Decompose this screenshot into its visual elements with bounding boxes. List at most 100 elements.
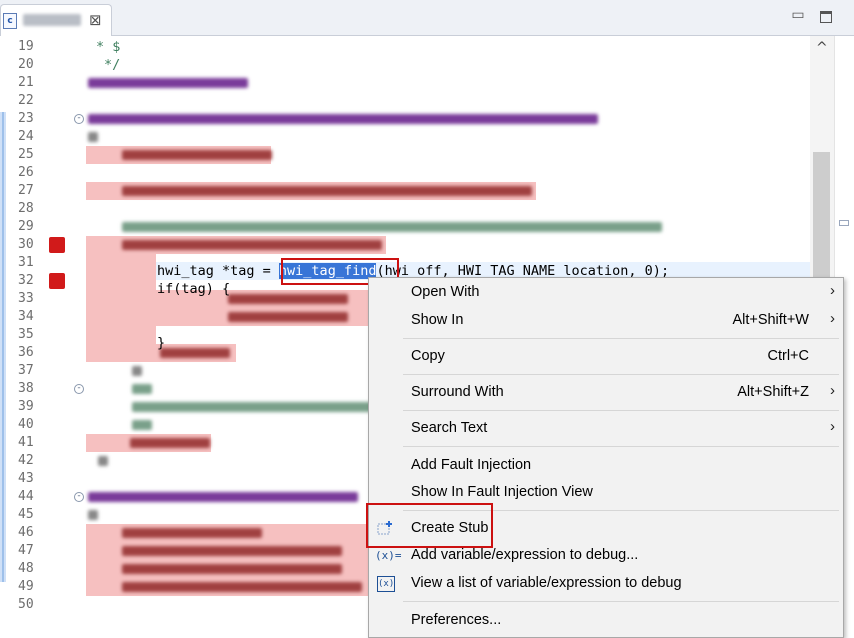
fold-toggle-icon[interactable]: - — [74, 384, 84, 394]
blurred-code — [160, 348, 230, 358]
menu-item-shortcut: Alt+Shift+W — [732, 312, 809, 328]
blurred-code — [132, 384, 152, 394]
menu-item-search-text[interactable]: Search Text › — [369, 416, 843, 442]
menu-item-preferences[interactable]: Preferences... — [369, 608, 843, 634]
menu-item-open-with[interactable]: Open With › — [369, 280, 843, 306]
menu-item-label: Show In — [411, 312, 464, 328]
line-number: 30 — [18, 237, 34, 252]
blurred-code — [122, 564, 342, 574]
submenu-arrow-icon: › — [830, 418, 835, 435]
expression-list-icon: (x) — [377, 576, 395, 592]
blurred-code — [122, 582, 362, 592]
code-line-20[interactable]: 20 — [0, 56, 810, 74]
editor-tab[interactable]: c ⊠ — [0, 4, 112, 36]
code-line-30[interactable]: 30 — [0, 236, 810, 254]
code-line-24[interactable]: 24 — [0, 128, 810, 146]
menu-item-shortcut: Alt+Shift+Z — [737, 384, 809, 400]
blurred-code — [88, 132, 98, 142]
blurred-code — [122, 240, 382, 250]
line-number: 37 — [18, 363, 34, 378]
menu-item-shortcut: Ctrl+C — [767, 348, 810, 364]
line-number: 39 — [18, 399, 34, 414]
line-number: 42 — [18, 453, 34, 468]
coverage-highlight — [86, 254, 156, 272]
line-number: 46 — [18, 525, 34, 540]
blurred-code — [122, 186, 532, 196]
menu-item-surround-with[interactable]: Surround With Alt+Shift+Z › — [369, 380, 843, 406]
code-line-21[interactable]: 21 — [0, 74, 810, 92]
breakpoint-marker-icon[interactable] — [49, 237, 65, 253]
code-text-line-32: if(tag) { — [157, 281, 231, 297]
blurred-code — [98, 456, 108, 466]
line-number: 47 — [18, 543, 34, 558]
line-number: 21 — [18, 75, 34, 90]
menu-item-show-in[interactable]: Show In Alt+Shift+W › — [369, 308, 843, 334]
menu-separator — [403, 446, 839, 447]
menu-separator — [403, 601, 839, 602]
c-file-icon: c — [3, 13, 17, 29]
code-line-23[interactable]: 23 - — [0, 110, 810, 128]
line-number: 25 — [18, 147, 34, 162]
blurred-code — [88, 114, 598, 124]
menu-separator — [403, 410, 839, 411]
menu-separator — [403, 338, 839, 339]
code-line-25[interactable]: 25 — [0, 146, 810, 164]
line-number: 34 — [18, 309, 34, 324]
line-number: 36 — [18, 345, 34, 360]
line-number: 23 — [18, 111, 34, 126]
create-stub-annotation-box — [366, 503, 493, 548]
maximize-icon[interactable] — [820, 11, 832, 23]
code-line-26[interactable]: 26 — [0, 164, 810, 182]
blurred-code — [132, 420, 152, 430]
line-number: 27 — [18, 183, 34, 198]
blurred-code — [122, 222, 662, 232]
menu-separator — [403, 374, 839, 375]
tab-filename-blurred — [23, 14, 81, 26]
blurred-code — [122, 150, 272, 160]
blurred-code — [88, 510, 98, 520]
line-number: 44 — [18, 489, 34, 504]
overview-marker[interactable] — [839, 220, 849, 226]
submenu-arrow-icon: › — [830, 282, 835, 299]
minimize-icon[interactable]: ▭ — [790, 8, 806, 24]
line-number: 22 — [18, 93, 34, 108]
menu-item-label: View a list of variable/expression to de… — [411, 575, 682, 591]
coverage-highlight — [86, 326, 156, 344]
line-number: 28 — [18, 201, 34, 216]
line-number: 43 — [18, 471, 34, 486]
menu-item-label: Search Text — [411, 420, 488, 436]
line-number: 24 — [18, 129, 34, 144]
fold-toggle-icon[interactable]: - — [74, 114, 84, 124]
submenu-arrow-icon: › — [830, 310, 835, 327]
blurred-code — [122, 546, 342, 556]
blurred-code — [132, 402, 372, 412]
code-line-19[interactable]: 19 — [0, 38, 810, 56]
blurred-code — [132, 366, 142, 376]
scroll-up-icon[interactable]: ^ — [816, 40, 828, 56]
fold-toggle-icon[interactable]: - — [74, 492, 84, 502]
code-line-28[interactable]: 28 — [0, 200, 810, 218]
line-number: 20 — [18, 57, 34, 72]
menu-item-label: Surround With — [411, 384, 504, 400]
line-number: 38 — [18, 381, 34, 396]
menu-item-copy[interactable]: Copy Ctrl+C — [369, 344, 843, 370]
breakpoint-marker-icon[interactable] — [49, 273, 65, 289]
editor-tab-bar: c ⊠ ▭ — [0, 0, 854, 36]
blurred-code — [130, 438, 210, 448]
blurred-code — [228, 294, 348, 304]
menu-item-view-expression-list[interactable]: (x) View a list of variable/expression t… — [369, 571, 843, 597]
menu-item-label: Add Fault Injection — [411, 457, 532, 473]
code-line-22[interactable]: 22 — [0, 92, 810, 110]
blurred-code — [88, 492, 358, 502]
add-expression-icon: (x)= — [375, 549, 402, 562]
line-number: 40 — [18, 417, 34, 432]
close-tab-icon[interactable]: ⊠ — [89, 11, 102, 29]
coverage-highlight — [86, 272, 156, 290]
blurred-code — [228, 312, 348, 322]
code-line-27[interactable]: 27 — [0, 182, 810, 200]
menu-item-add-fault-injection[interactable]: Add Fault Injection — [369, 453, 843, 479]
code-line-29[interactable]: 29 — [0, 218, 810, 236]
line-number: 41 — [18, 435, 34, 450]
line-number: 29 — [18, 219, 34, 234]
line-number: 26 — [18, 165, 34, 180]
